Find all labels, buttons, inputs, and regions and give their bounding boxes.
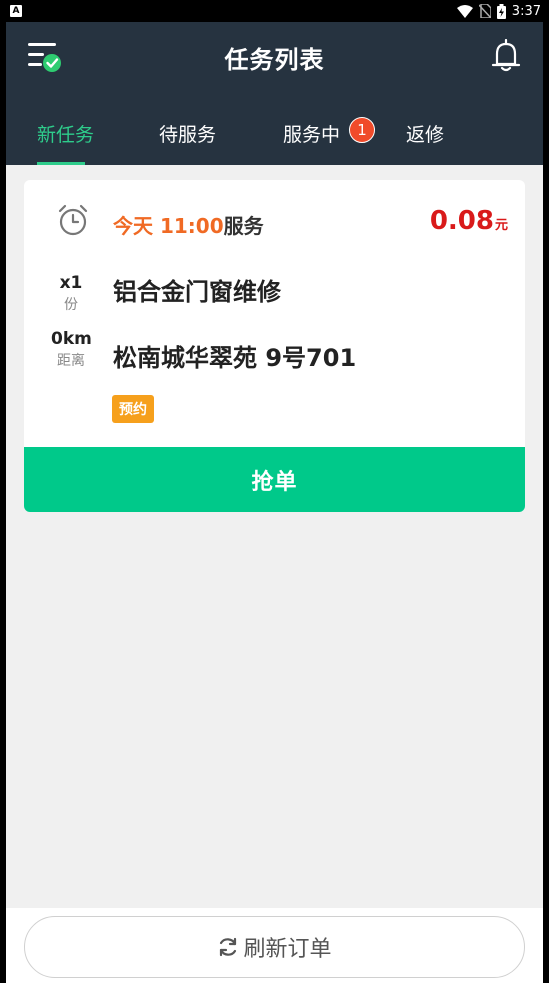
alarm-clock-icon [58, 204, 88, 236]
service-time-highlight: 今天 11:00 [113, 214, 224, 238]
service-name: 铝合金门窗维修 [113, 278, 281, 306]
no-sim-icon [478, 4, 491, 18]
tab-repair[interactable]: 返修 [406, 120, 444, 173]
bottom-bar: 刷新订单 [6, 908, 543, 983]
service-address: 松南城华翠苑 9号701 [113, 344, 357, 372]
status-time: 3:37 [511, 3, 541, 19]
tab-active-indicator [37, 162, 85, 165]
refresh-icon [220, 937, 237, 957]
tab-bar: 新任务 待服务 服务中 1 返修 [6, 112, 543, 165]
quantity-value: x1 [59, 273, 83, 293]
battery-icon [496, 3, 506, 19]
tab-pending-service[interactable]: 待服务 [159, 120, 216, 173]
header: 任务列表 新任务 待服务 服务中 1 返修 [6, 22, 543, 165]
quantity-unit: 份 [64, 297, 78, 313]
service-time-suffix: 服务 [223, 214, 264, 238]
price-value: 0.08 [429, 206, 494, 236]
distance-value: 0km [51, 329, 92, 349]
status-bar: A 3:37 [0, 0, 549, 22]
in-service-badge: 1 [349, 117, 375, 143]
grab-order-button[interactable]: 抢单 [24, 447, 525, 512]
task-card: 今天 11:00服务 0.08元 x1 份 铝合金门窗维修 0km 距离 松南城… [24, 180, 525, 512]
service-time: 今天 11:00服务 [113, 210, 264, 239]
tab-in-service[interactable]: 服务中 [283, 120, 340, 173]
distance-label: 距离 [57, 353, 85, 369]
refresh-label: 刷新订单 [243, 937, 332, 962]
task-price: 0.08元 [430, 206, 508, 236]
appointment-tag: 预约 [112, 395, 154, 423]
price-unit: 元 [494, 218, 508, 233]
bell-icon[interactable] [491, 39, 521, 73]
quantity-block: x1 份 [51, 273, 91, 314]
wifi-icon [456, 4, 473, 18]
notification-a-icon: A [10, 5, 22, 17]
page-title: 任务列表 [224, 46, 325, 74]
app-screen: 任务列表 新任务 待服务 服务中 1 返修 今天 11:00服务 0.08元 x… [6, 22, 543, 983]
tab-new-tasks[interactable]: 新任务 [37, 120, 94, 173]
refresh-orders-button[interactable]: 刷新订单 [24, 916, 525, 978]
distance-block: 0km 距离 [51, 329, 92, 370]
